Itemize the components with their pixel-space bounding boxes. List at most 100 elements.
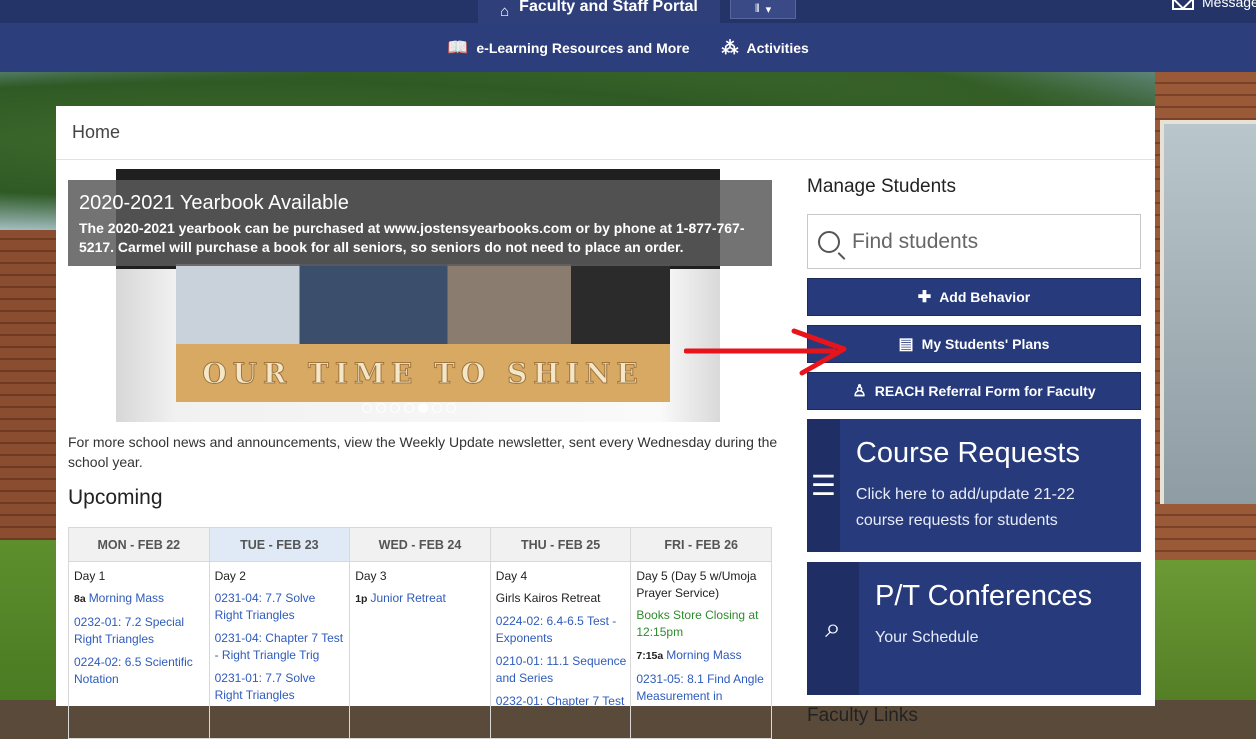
day-rotation: Day 3 [355, 569, 387, 583]
calendar-event: 8a Morning Mass [74, 590, 205, 608]
news-carousel[interactable]: OUR TIME TO SHINE 2020-2021 Yearbook Ava… [68, 169, 772, 422]
tile-text: Your Schedule [875, 629, 979, 646]
calendar-event: 0232-01: Chapter 7 Test [496, 693, 627, 710]
event-link[interactable]: 0224-02: 6.4-6.5 Test - Exponents [496, 614, 617, 645]
event-link[interactable]: 0232-01: Chapter 7 Test [496, 694, 625, 708]
yearbook-banner: OUR TIME TO SHINE [176, 344, 670, 402]
calendar-cell-mon: Day 1 8a Morning Mass 0232-01: 7.2 Specia… [68, 561, 210, 739]
event-link[interactable]: 0224-02: 6.5 Scientific Notation [74, 655, 193, 686]
plans-icon: ▤ [898, 336, 914, 353]
carousel-dot-active[interactable] [418, 403, 428, 413]
search-list-icon: ⌕ [807, 562, 859, 695]
event-text: Girls Kairos Retreat [495, 591, 601, 605]
add-behavior-button[interactable]: ✚ Add Behavior [807, 278, 1141, 316]
calendar-cell-thu: Day 4 Girls Kairos Retreat 0224-02: 6.4-… [489, 561, 632, 739]
carousel-dot[interactable] [432, 403, 442, 413]
nav-item-label: e-Learning Resources and More [476, 39, 690, 56]
plus-icon: ✚ [917, 289, 932, 306]
checklist-icon: ☰ [807, 419, 840, 552]
calendar-event: Books Store Closing at 12:15pm [636, 607, 767, 641]
day-rotation: Day 1 [74, 569, 106, 583]
event-link[interactable]: 0210-01: 11.1 Sequence and Series [496, 654, 627, 685]
my-students-plans-button[interactable]: ▤ My Students' Plans [807, 325, 1141, 363]
carousel-dot[interactable] [404, 403, 414, 413]
tile-title: P/T Conferences [875, 580, 1093, 612]
event-time: 8a [74, 593, 86, 605]
news-text: For more school news and announcements, … [68, 434, 778, 470]
event-link[interactable]: 0231-04: 7.7 Solve Right Triangles [215, 591, 316, 622]
pt-conferences-tile[interactable]: ⌕ P/T Conferences Your Schedule [807, 562, 1141, 695]
messages-label: Messages [1202, 0, 1256, 10]
calendar-event: 0232-01: 7.2 Special Right Triangles [74, 614, 205, 648]
breadcrumb: Home [56, 106, 1155, 160]
breadcrumb-home[interactable]: Home [72, 122, 120, 143]
portal-label: Faculty and Staff Portal [519, 0, 698, 15]
person-icon: ♙ [852, 383, 867, 400]
event-link[interactable]: 0231-04: Chapter 7 Test - Right Triangle… [215, 631, 344, 662]
calendar-cell-tue: Day 2 0231-04: 7.7 Solve Right Triangles… [208, 561, 351, 739]
carousel-dot[interactable] [446, 403, 456, 413]
search-icon [818, 230, 840, 253]
envelope-icon [1172, 0, 1194, 10]
background-brick-left [0, 230, 56, 550]
find-students-input[interactable]: Find students [807, 214, 1141, 269]
event-link[interactable]: Books Store Closing at 12:15pm [636, 608, 758, 639]
carousel-body: The 2020-2021 yearbook can be purchased … [79, 220, 745, 255]
main-nav: 📖 e-Learning Resources and More ⁂ Activi… [0, 23, 1256, 72]
portal-switcher[interactable]: ⦀ ▾ [730, 0, 796, 19]
carousel-dot[interactable] [390, 403, 400, 413]
calendar-header-tue: TUE - FEB 23 [208, 527, 351, 562]
day-rotation: Day 2 [214, 569, 246, 583]
event-link[interactable]: Morning Mass [89, 591, 164, 605]
calendar-event: 0231-04: 7.7 Solve Right Triangles [215, 590, 346, 624]
manage-students-column: Manage Students Find students ✚ Add Beha… [807, 176, 1141, 727]
calendar-event: 0224-02: 6.4-6.5 Test - Exponents [496, 613, 627, 647]
carousel-dot[interactable] [376, 403, 386, 413]
chevron-down-icon: ▾ [765, 3, 772, 16]
carousel-title: 2020-2021 Yearbook Available [79, 192, 349, 214]
event-link[interactable]: 0232-01: 7.2 Special Right Triangles [74, 615, 184, 646]
tile-text: Click here to add/update 21-22 course re… [855, 486, 1075, 529]
background-window [1160, 120, 1256, 504]
event-link[interactable]: Junior Retreat [370, 591, 445, 605]
main-panel: Home OUR TIME TO SHINE 2020-2021 Yearboo… [56, 106, 1155, 739]
event-link[interactable]: 0231-05: 8.1 Find Angle Measurement in [636, 672, 763, 703]
tile-body: Course Requests Click here to add/update… [840, 419, 1141, 552]
yearbook-collage [176, 264, 670, 344]
carousel-dot[interactable] [362, 403, 372, 413]
carousel-caption: 2020-2021 Yearbook Available The 2020-20… [68, 180, 772, 266]
nav-item-label: Activities [746, 39, 809, 56]
course-requests-tile[interactable]: ☰ Course Requests Click here to add/upda… [807, 419, 1141, 552]
carousel-dots [362, 403, 456, 413]
top-bar: ⌂ Faculty and Staff Portal ⦀ ▾ Messages [0, 0, 1256, 23]
find-students-placeholder: Find students [852, 229, 979, 253]
nav-item-elearning[interactable]: 📖 e-Learning Resources and More [447, 38, 689, 58]
calendar-cell-fri: Day 5 (Day 5 w/Umoja Prayer Service) Boo… [630, 561, 772, 739]
calendar-header-wed: WED - FEB 24 [349, 527, 491, 562]
messages-link[interactable]: Messages [1172, 0, 1256, 10]
calendar-event: 0231-04: Chapter 7 Test - Right Triangle… [215, 630, 346, 664]
upcoming-title: Upcoming [68, 486, 163, 509]
event-time: 1p [355, 593, 368, 605]
calendar-event: Girls Kairos Retreat [496, 590, 627, 607]
button-label: REACH Referral Form for Faculty [874, 383, 1096, 399]
portal-tab[interactable]: ⌂ Faculty and Staff Portal [478, 0, 720, 23]
calendar-event: 0231-01: 7.7 Solve Right Triangles [215, 670, 346, 704]
faculty-links-title: Faculty Links [807, 705, 918, 726]
day-rotation: Day 5 (Day 5 w/Umoja Prayer Service) [636, 569, 757, 600]
nav-item-activities[interactable]: ⁂ Activities [722, 38, 809, 58]
manage-students-title: Manage Students [807, 176, 956, 197]
event-link[interactable]: 0231-01: 7.7 Solve Right Triangles [215, 671, 316, 702]
calendar-cell-wed: Day 3 1p Junior Retreat [349, 561, 491, 739]
calendar-event: 0210-01: 11.1 Sequence and Series [496, 653, 627, 687]
annotation-arrow-icon [684, 328, 847, 376]
upcoming-calendar: MON - FEB 22 TUE - FEB 23 WED - FEB 24 T… [68, 527, 772, 739]
calendar-header-mon: MON - FEB 22 [68, 527, 210, 562]
background-grass-left [0, 540, 56, 700]
calendar-event: 0224-02: 6.5 Scientific Notation [74, 654, 205, 688]
background-grass-right [1155, 560, 1256, 700]
event-link[interactable]: Morning Mass [666, 648, 741, 662]
activities-icon: ⁂ [721, 37, 739, 57]
reach-referral-button[interactable]: ♙ REACH Referral Form for Faculty [807, 372, 1141, 410]
calendar-header-thu: THU - FEB 25 [489, 527, 632, 562]
